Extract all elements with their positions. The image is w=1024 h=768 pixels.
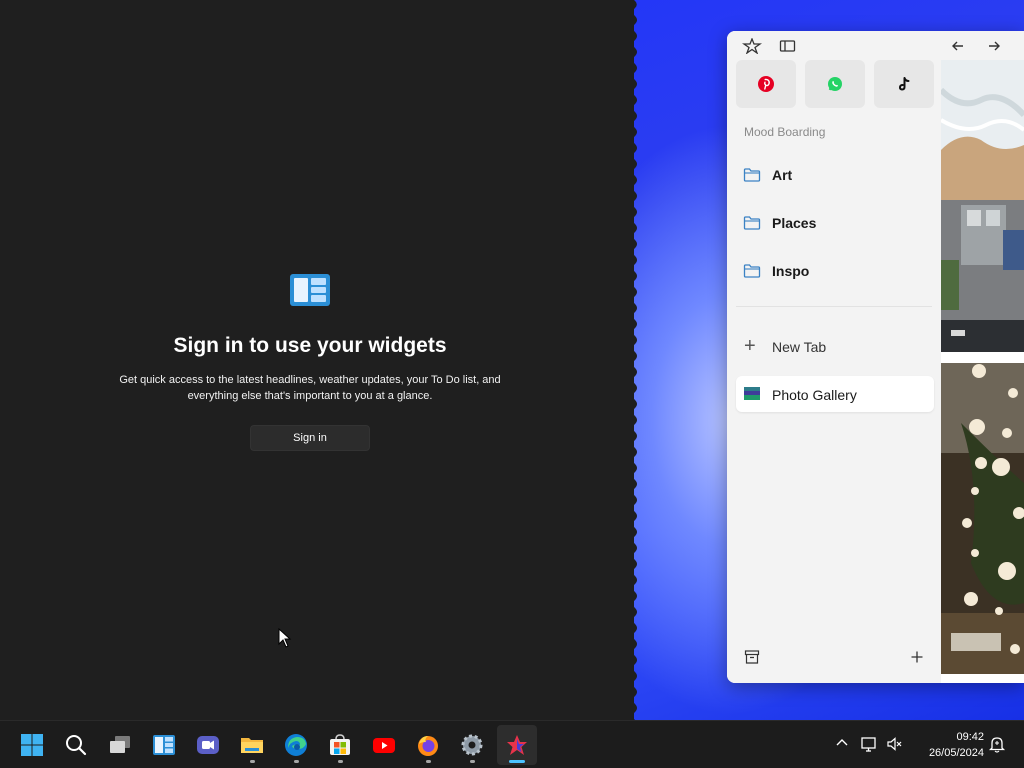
gallery-photo-lights[interactable] [941, 363, 1024, 674]
taskbar-teams[interactable] [188, 725, 228, 765]
pinned-site-pinterest[interactable] [736, 60, 796, 108]
browser-window: Mood Boarding Art Places Inspo + New Tab… [727, 31, 1024, 683]
forward-arrow-icon[interactable] [984, 38, 1004, 54]
taskbar-search[interactable] [56, 725, 96, 765]
new-tab-label: New Tab [772, 339, 827, 355]
taskbar-browser-app[interactable] [497, 725, 537, 765]
clock-date: 26/05/2024 [928, 747, 984, 759]
chevron-up-icon[interactable] [834, 735, 850, 751]
plus-icon: + [744, 335, 756, 357]
signin-button[interactable]: Sign in [250, 425, 370, 451]
taskbar-edge[interactable] [276, 725, 316, 765]
archive-icon[interactable] [744, 649, 760, 665]
youtube-icon [373, 738, 395, 753]
mouse-cursor-icon [278, 628, 292, 648]
sidebar-toggle-icon[interactable] [778, 38, 798, 54]
folder-label: Places [772, 215, 817, 231]
volume-muted-icon[interactable] [886, 735, 904, 753]
pinned-site-whatsapp[interactable] [805, 60, 865, 108]
clock-time: 09:42 [956, 731, 984, 743]
folder-places[interactable]: Places [735, 205, 933, 241]
description-line: Get quick access to the latest headlines… [119, 374, 501, 386]
taskbar-widgets[interactable] [144, 725, 184, 765]
start-icon [21, 734, 43, 756]
taskbar: 09:42 26/05/2024 [0, 720, 1024, 768]
store-icon [330, 734, 350, 755]
widgets-panel-edge [626, 0, 637, 720]
file-explorer-icon [241, 738, 263, 753]
running-indicator [250, 760, 255, 763]
tab-photo-gallery[interactable]: Photo Gallery [736, 376, 934, 412]
firefox-icon [418, 736, 438, 756]
teams-icon [197, 736, 219, 754]
clock[interactable]: 09:42 26/05/2024 [916, 729, 984, 761]
widgets-signin-description: Get quick access to the latest headlines… [100, 372, 520, 404]
edge-icon [285, 734, 307, 756]
add-icon[interactable] [909, 649, 925, 665]
folder-label: Art [772, 167, 793, 183]
folder-icon [743, 168, 761, 182]
settings-icon [461, 734, 483, 756]
sidebar-divider [736, 306, 932, 307]
task-view-icon [110, 736, 130, 753]
folder-inspo[interactable]: Inspo [735, 253, 933, 289]
taskbar-store[interactable] [320, 725, 360, 765]
notification-bell-icon[interactable] [988, 735, 1006, 753]
section-label: Mood Boarding [744, 125, 826, 139]
widgets-panel: Sign in to use your widgets Get quick ac… [0, 0, 634, 720]
gallery-photo-beach[interactable] [941, 60, 1024, 352]
photo-gallery-favicon-icon [744, 387, 760, 400]
widgets-signin-title: Sign in to use your widgets [173, 334, 447, 357]
taskbar-file-explorer[interactable] [232, 725, 272, 765]
browser-app-icon [507, 735, 527, 755]
back-arrow-icon[interactable] [948, 38, 968, 54]
folder-art[interactable]: Art [735, 157, 933, 193]
taskbar-youtube[interactable] [364, 725, 404, 765]
widgets-icon [153, 735, 175, 755]
pinterest-icon [758, 76, 774, 92]
search-icon [66, 735, 87, 756]
widgets-logo-icon [290, 274, 330, 306]
start-button[interactable] [12, 725, 52, 765]
tiktok-icon [898, 77, 910, 91]
app-logo-icon[interactable] [742, 38, 762, 54]
new-tab-button[interactable]: + New Tab [735, 329, 933, 365]
browser-sidebar: Mood Boarding Art Places Inspo + New Tab… [727, 31, 1000, 683]
taskbar-settings[interactable] [452, 725, 492, 765]
running-indicator [338, 760, 343, 763]
running-indicator [294, 760, 299, 763]
pinned-site-tiktok[interactable] [874, 60, 934, 108]
taskbar-task-view[interactable] [100, 725, 140, 765]
description-line: everything else that's important to you … [187, 390, 433, 402]
folder-icon [743, 264, 761, 278]
running-indicator [470, 760, 475, 763]
running-indicator [426, 760, 431, 763]
folder-icon [743, 216, 761, 230]
network-icon[interactable] [860, 735, 878, 753]
taskbar-firefox[interactable] [408, 725, 448, 765]
whatsapp-icon [828, 77, 842, 91]
active-indicator [509, 760, 525, 763]
folder-label: Inspo [772, 263, 810, 279]
tab-label: Photo Gallery [772, 387, 857, 403]
